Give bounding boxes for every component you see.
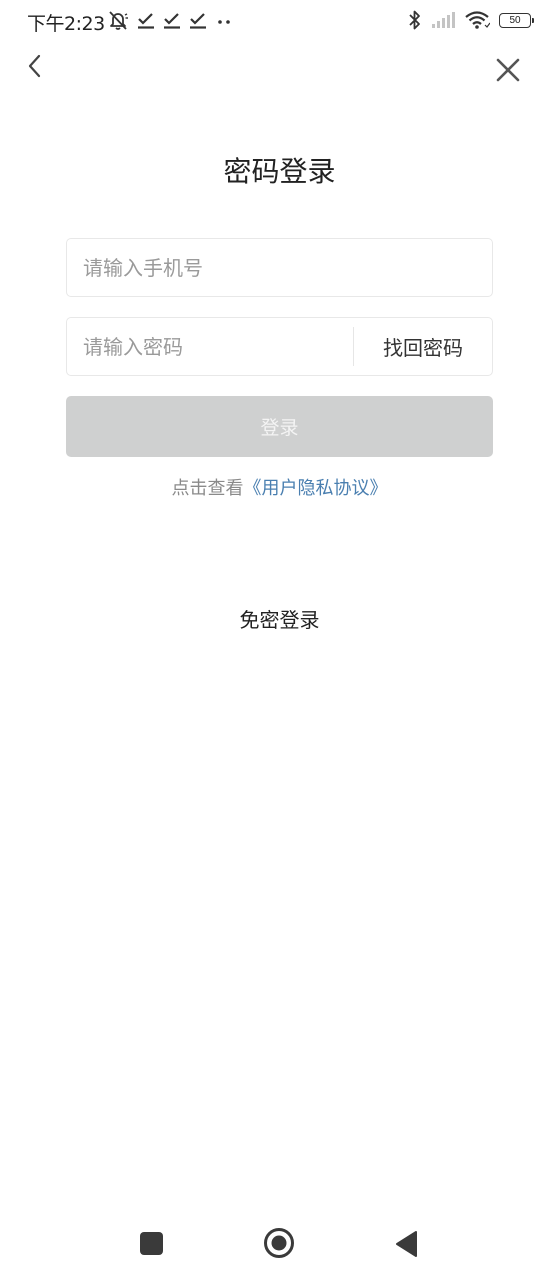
wifi-icon — [465, 11, 490, 29]
forgot-password-link[interactable]: 找回密码 — [354, 318, 492, 375]
agreement-text: 点击查看《用户隐私协议》 — [0, 474, 559, 500]
battery-icon: 50 — [499, 12, 534, 28]
password-free-login-link[interactable]: 免密登录 — [0, 604, 559, 633]
check-icon — [164, 13, 180, 29]
phone-input-container — [66, 238, 493, 297]
bluetooth-icon — [409, 10, 420, 30]
password-input[interactable] — [67, 318, 353, 375]
agreement-prefix: 点击查看 — [171, 478, 244, 499]
privacy-agreement-link[interactable]: 《用户隐私协议》 — [244, 478, 388, 499]
back-button[interactable] — [20, 48, 50, 84]
page-title: 密码登录 — [223, 155, 336, 188]
check-icon — [190, 13, 206, 29]
check-icon — [138, 13, 154, 29]
more-dots-icon — [218, 20, 230, 24]
back-triangle-icon[interactable] — [394, 1230, 418, 1258]
close-button[interactable] — [490, 52, 526, 88]
phone-input[interactable] — [67, 239, 492, 296]
chevron-left-icon — [28, 54, 41, 78]
login-button[interactable]: 登录 — [66, 396, 493, 457]
recents-square-icon[interactable] — [140, 1232, 163, 1255]
status-left-icons — [107, 9, 233, 31]
bell-off-icon — [109, 11, 128, 30]
password-input-container: 找回密码 — [66, 317, 493, 376]
status-right-icons: 50 — [408, 8, 534, 32]
status-time: 下午2:23 — [27, 13, 105, 35]
close-icon — [496, 58, 520, 82]
home-circle-icon[interactable] — [263, 1227, 295, 1259]
signal-icon — [432, 12, 455, 28]
status-bar: 下午2:23 50 — [0, 0, 559, 42]
system-nav-bar — [0, 1215, 559, 1271]
